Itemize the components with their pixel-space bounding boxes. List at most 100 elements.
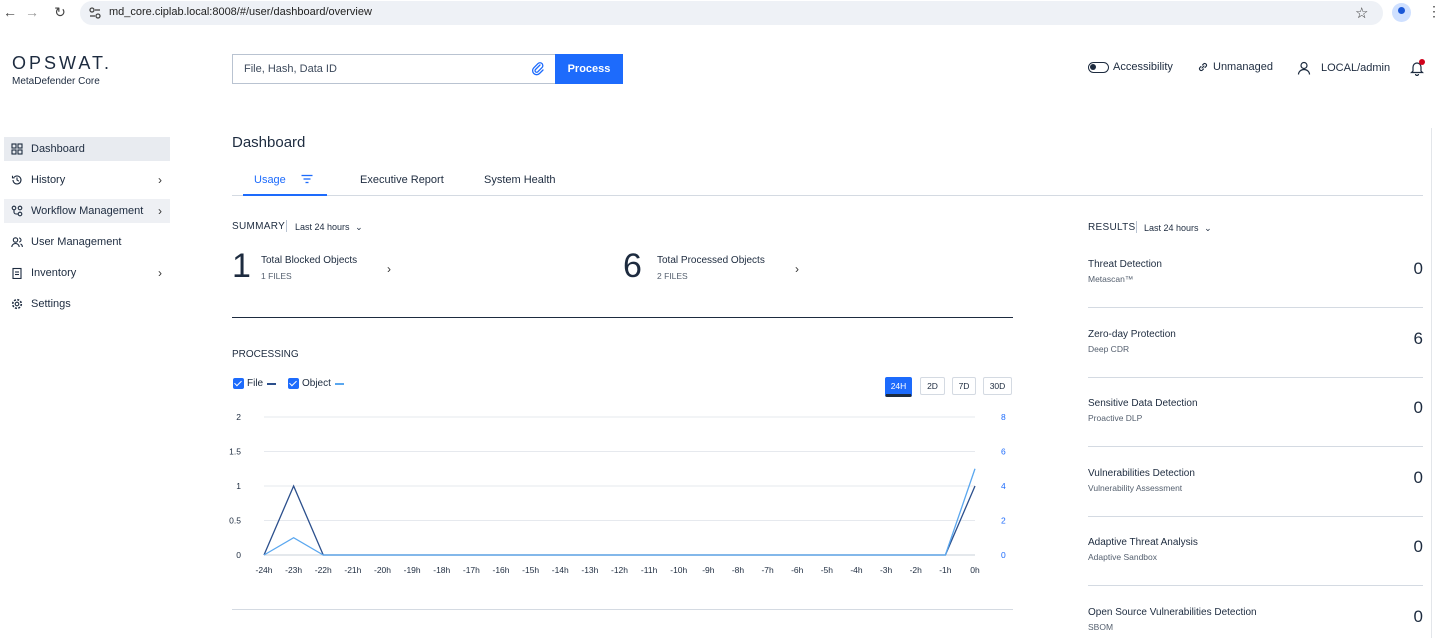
results-range-dropdown[interactable]: Last 24 hours ⌄ (1144, 223, 1212, 234)
processed-count: 6 (623, 247, 642, 285)
legend-file[interactable]: File (233, 378, 277, 389)
result-title: Adaptive Threat Analysis (1088, 537, 1198, 548)
tab-usage[interactable]: Usage (254, 174, 313, 186)
result-sub: Vulnerability Assessment (1088, 483, 1183, 493)
blocked-count: 1 (232, 247, 251, 285)
sidebar-item-label: Settings (31, 298, 71, 310)
x-tick: -24h (255, 565, 272, 575)
result-title: Sensitive Data Detection (1088, 398, 1198, 409)
processed-title: Total Processed Objects (657, 255, 765, 266)
result-vulnerabilities-detection[interactable]: Vulnerabilities Detection Vulnerability … (1088, 468, 1423, 493)
tab-system-health[interactable]: System Health (484, 174, 556, 186)
sidebar-item-history[interactable]: History › (4, 168, 170, 192)
search-input[interactable] (233, 55, 523, 83)
chevron-right-icon[interactable]: › (795, 262, 799, 276)
blocked-title: Total Blocked Objects (261, 255, 358, 266)
reload-icon[interactable]: ↻ (50, 4, 70, 21)
back-icon[interactable]: ← (0, 4, 20, 20)
process-button[interactable]: Process (555, 54, 623, 84)
tab-executive-report[interactable]: Executive Report (360, 174, 444, 186)
divider (232, 609, 1013, 610)
x-tick: -9h (702, 565, 715, 575)
x-tick: -20h (374, 565, 391, 575)
series-line-object (263, 468, 976, 556)
x-tick: -13h (581, 565, 598, 575)
clipboard-icon (10, 266, 24, 280)
y-tick-left: 0.5 (229, 516, 241, 526)
processing-heading: PROCESSING (232, 349, 299, 360)
browser-toolbar: ← → ↻ md_core.ciplab.local:8008/#/user/d… (0, 0, 1440, 27)
divider (1088, 516, 1423, 517)
result-value: 6 (1413, 329, 1423, 348)
range-7d-button[interactable]: 7D (952, 377, 976, 395)
profile-avatar[interactable] (1392, 3, 1411, 22)
x-tick: -14h (552, 565, 569, 575)
chevron-right-icon: › (158, 266, 162, 280)
scrollbar-track[interactable] (1431, 128, 1432, 638)
separator (1136, 221, 1137, 233)
result-open-source-vulnerabilities[interactable]: Open Source Vulnerabilities Detection SB… (1088, 607, 1423, 632)
x-tick: -2h (910, 565, 923, 575)
sidebar-item-settings[interactable]: Settings (4, 292, 170, 316)
sidebar-item-label: Inventory (31, 267, 77, 279)
legend-swatch (334, 382, 344, 385)
legend-label: File (247, 378, 264, 389)
grid-icon (10, 142, 24, 156)
bookmark-star-icon[interactable]: ☆ (1355, 4, 1368, 22)
attach-file-icon[interactable] (531, 62, 545, 76)
range-label: Last 24 hours (1144, 223, 1199, 233)
x-tick: -16h (492, 565, 509, 575)
x-tick: -23h (285, 565, 302, 575)
x-tick: -19h (404, 565, 421, 575)
forward-icon[interactable]: → (22, 4, 42, 20)
x-tick: -10h (670, 565, 687, 575)
accessibility-toggle[interactable]: Accessibility (1088, 61, 1173, 73)
url-text[interactable]: md_core.ciplab.local:8008/#/user/dashboa… (109, 6, 372, 18)
chevron-right-icon: › (158, 173, 162, 187)
x-tick: -4h (850, 565, 863, 575)
site-info-icon[interactable] (88, 6, 102, 20)
sidebar-item-dashboard[interactable]: Dashboard (4, 137, 170, 161)
result-title: Vulnerabilities Detection (1088, 468, 1195, 479)
separator (286, 220, 287, 232)
sidebar-item-user-management[interactable]: User Management (4, 230, 170, 254)
sidebar-item-workflow-management[interactable]: Workflow Management › (4, 199, 170, 223)
summary-range-dropdown[interactable]: Last 24 hours ⌄ (295, 222, 363, 233)
range-30d-button[interactable]: 30D (983, 377, 1012, 395)
logo: OPSWAT. MetaDefender Core (12, 53, 112, 87)
unmanaged-link[interactable]: Unmanaged (1197, 61, 1273, 73)
legend-swatch (267, 382, 277, 385)
results-heading: RESULTS (1088, 222, 1136, 233)
x-tick: -15h (522, 565, 539, 575)
divider (1088, 446, 1423, 447)
checkbox-checked[interactable] (288, 378, 299, 389)
x-tick: -21h (344, 565, 361, 575)
user-menu[interactable]: LOCAL/admin (1297, 61, 1390, 75)
tab-label: Usage (254, 174, 286, 186)
chevron-right-icon[interactable]: › (387, 262, 391, 276)
y-tick-right: 4 (1001, 481, 1006, 491)
x-tick: -7h (761, 565, 774, 575)
legend-object[interactable]: Object (288, 378, 344, 389)
result-threat-detection[interactable]: Threat Detection Metascan™ 0 (1088, 259, 1423, 284)
x-tick: -22h (315, 565, 332, 575)
filter-icon[interactable] (301, 174, 313, 184)
range-24h-button[interactable]: 24H (885, 377, 912, 397)
sidebar: Dashboard History › Workflow Management … (4, 137, 170, 323)
browser-menu-icon[interactable]: ⋮ (1427, 3, 1440, 20)
y-tick-left: 2 (236, 412, 241, 422)
gear-icon (10, 297, 24, 311)
y-tick-right: 6 (1001, 447, 1006, 457)
result-zero-day-protection[interactable]: Zero-day Protection Deep CDR 6 (1088, 329, 1423, 354)
checkbox-checked[interactable] (233, 378, 244, 389)
result-title: Threat Detection (1088, 259, 1162, 270)
sidebar-item-inventory[interactable]: Inventory › (4, 261, 170, 285)
x-tick: -6h (791, 565, 804, 575)
result-adaptive-threat-analysis[interactable]: Adaptive Threat Analysis Adaptive Sandbo… (1088, 537, 1423, 562)
range-2d-button[interactable]: 2D (920, 377, 945, 395)
link-icon (1198, 62, 1208, 72)
tab-bar: Usage Executive Report System Health (232, 166, 1423, 196)
result-sensitive-data-detection[interactable]: Sensitive Data Detection Proactive DLP 0 (1088, 398, 1423, 423)
toggle-switch[interactable] (1088, 61, 1109, 73)
address-bar[interactable]: md_core.ciplab.local:8008/#/user/dashboa… (80, 1, 1383, 25)
